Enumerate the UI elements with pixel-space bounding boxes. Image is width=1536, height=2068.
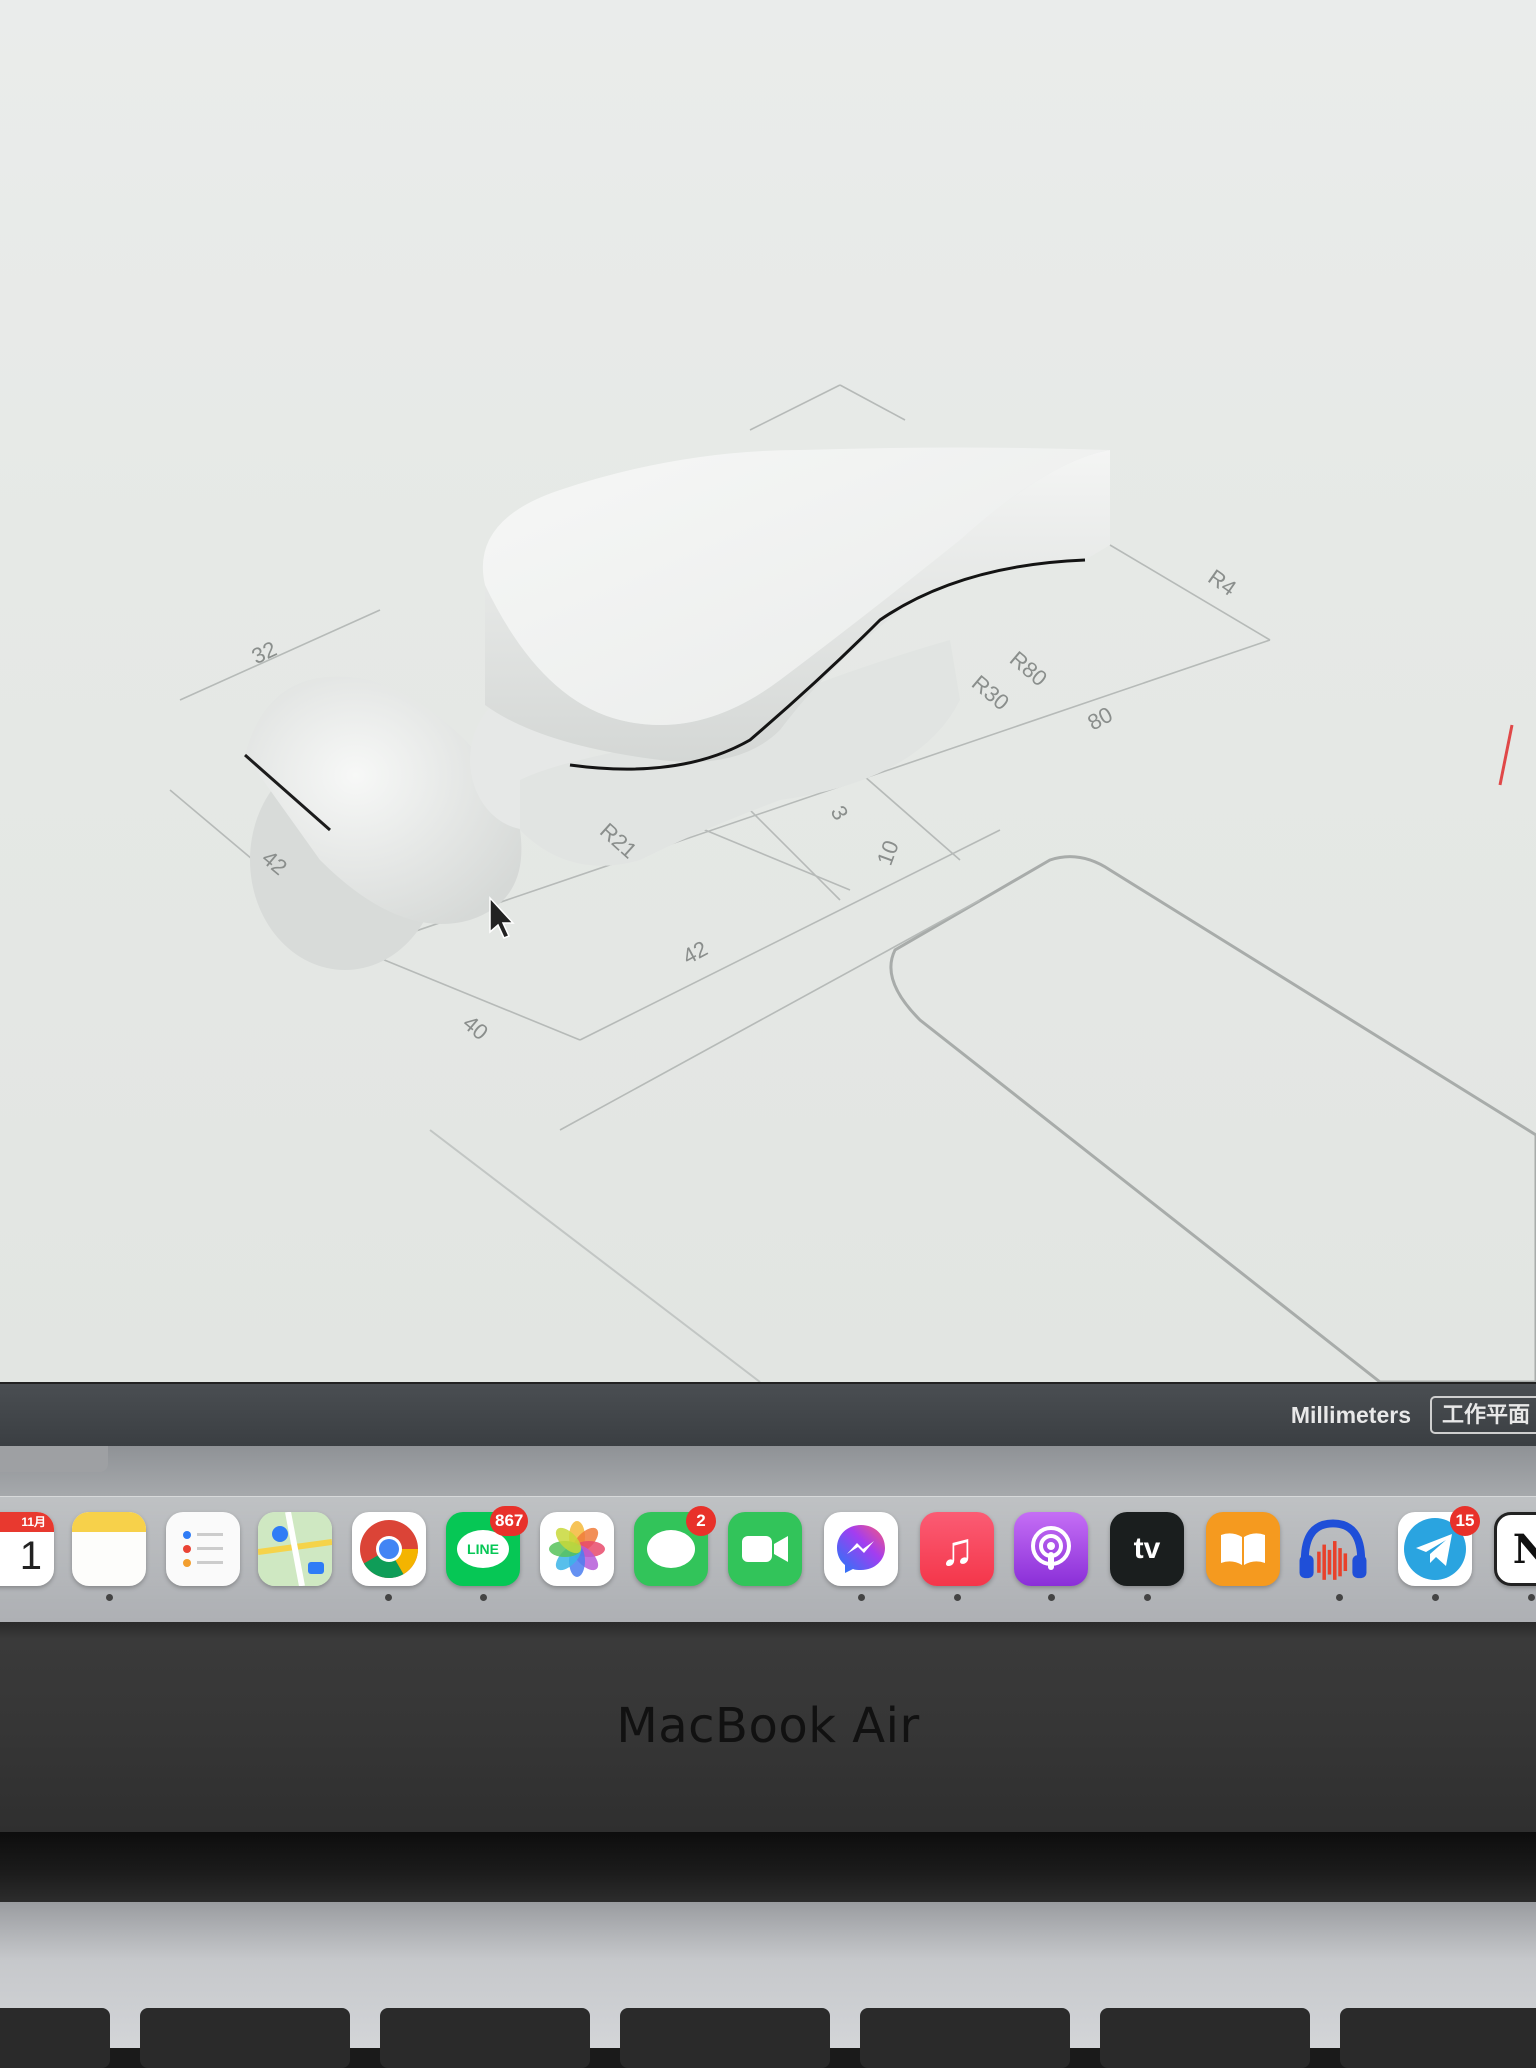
keyboard-key [140, 2008, 350, 2068]
units-label[interactable]: Millimeters [1291, 1402, 1411, 1429]
dock-app-appletv[interactable]: tv [1110, 1512, 1184, 1586]
audacity-icon [1299, 1519, 1367, 1580]
calendar-day: 1 [19, 1534, 42, 1578]
running-indicator [385, 1594, 392, 1601]
running-indicator [106, 1594, 113, 1601]
dock-app-messenger[interactable] [824, 1512, 898, 1586]
running-indicator [1144, 1594, 1151, 1601]
running-indicator [480, 1594, 487, 1601]
facetime-icon [742, 1536, 788, 1562]
notification-badge: 2 [686, 1506, 716, 1536]
books-icon [1221, 1533, 1265, 1565]
running-indicator [1432, 1594, 1439, 1601]
dock-app-notion[interactable]: N [1494, 1512, 1536, 1586]
chrome-icon [360, 1520, 418, 1578]
dock-app-music[interactable]: ♫ [920, 1512, 994, 1586]
dock-app-facetime[interactable] [728, 1512, 802, 1586]
dock-app-chrome[interactable] [352, 1512, 426, 1586]
notion-icon: N [1513, 1526, 1536, 1573]
running-indicator [954, 1594, 961, 1601]
messages-icon [647, 1530, 695, 1568]
dock-app-photos[interactable] [540, 1512, 614, 1586]
dock-app-reminders[interactable] [166, 1512, 240, 1586]
running-indicator [1528, 1594, 1535, 1601]
music-icon: ♫ [939, 1523, 975, 1575]
podcasts-icon [1031, 1526, 1071, 1570]
status-bar: Millimeters 工作平面 [0, 1382, 1536, 1448]
dock-app-audacity[interactable] [1296, 1512, 1370, 1586]
running-indicator [858, 1594, 865, 1601]
dock-app-maps[interactable] [258, 1512, 332, 1586]
notes-icon [72, 1512, 146, 1532]
photos-icon [549, 1521, 605, 1577]
dock-app-podcasts[interactable] [1014, 1512, 1088, 1586]
calendar-month: 11月 [0, 1512, 54, 1532]
dock-app-notes[interactable] [72, 1512, 146, 1586]
red-construction-line [1498, 724, 1514, 786]
tray-outline [889, 855, 1536, 1382]
keyboard-key [860, 2008, 1070, 2068]
keyboard-key [620, 2008, 830, 2068]
brand-label: MacBook Air [616, 1698, 920, 1754]
appletv-icon: tv [1133, 1532, 1161, 1565]
keyboard-key [1100, 2008, 1310, 2068]
panel-tab[interactable] [0, 1446, 108, 1472]
model-scene[interactable] [0, 0, 1536, 1382]
notification-badge: 15 [1450, 1506, 1480, 1536]
hinge [0, 1832, 1536, 1902]
notification-badge: 867 [490, 1506, 529, 1536]
cursor-arrow-icon [489, 896, 515, 939]
keyboard-key [1340, 2008, 1536, 2068]
keyboard-key [0, 2008, 110, 2068]
running-indicator [1048, 1594, 1055, 1601]
dock-app-books[interactable] [1206, 1512, 1280, 1586]
running-indicator [1336, 1594, 1343, 1601]
maps-icon [258, 1512, 332, 1586]
reminders-icon [183, 1531, 223, 1567]
keyboard-key [380, 2008, 590, 2068]
dock-app-calendar[interactable]: 11月 1 [0, 1512, 54, 1586]
messenger-icon [837, 1525, 885, 1573]
tray-floor-line [429, 1129, 761, 1382]
cplane-button[interactable]: 工作平面 [1429, 1396, 1536, 1434]
cad-viewport[interactable]: 32 42 42 40 R21 R30 R80 80 R4 3 10 [0, 0, 1536, 1382]
